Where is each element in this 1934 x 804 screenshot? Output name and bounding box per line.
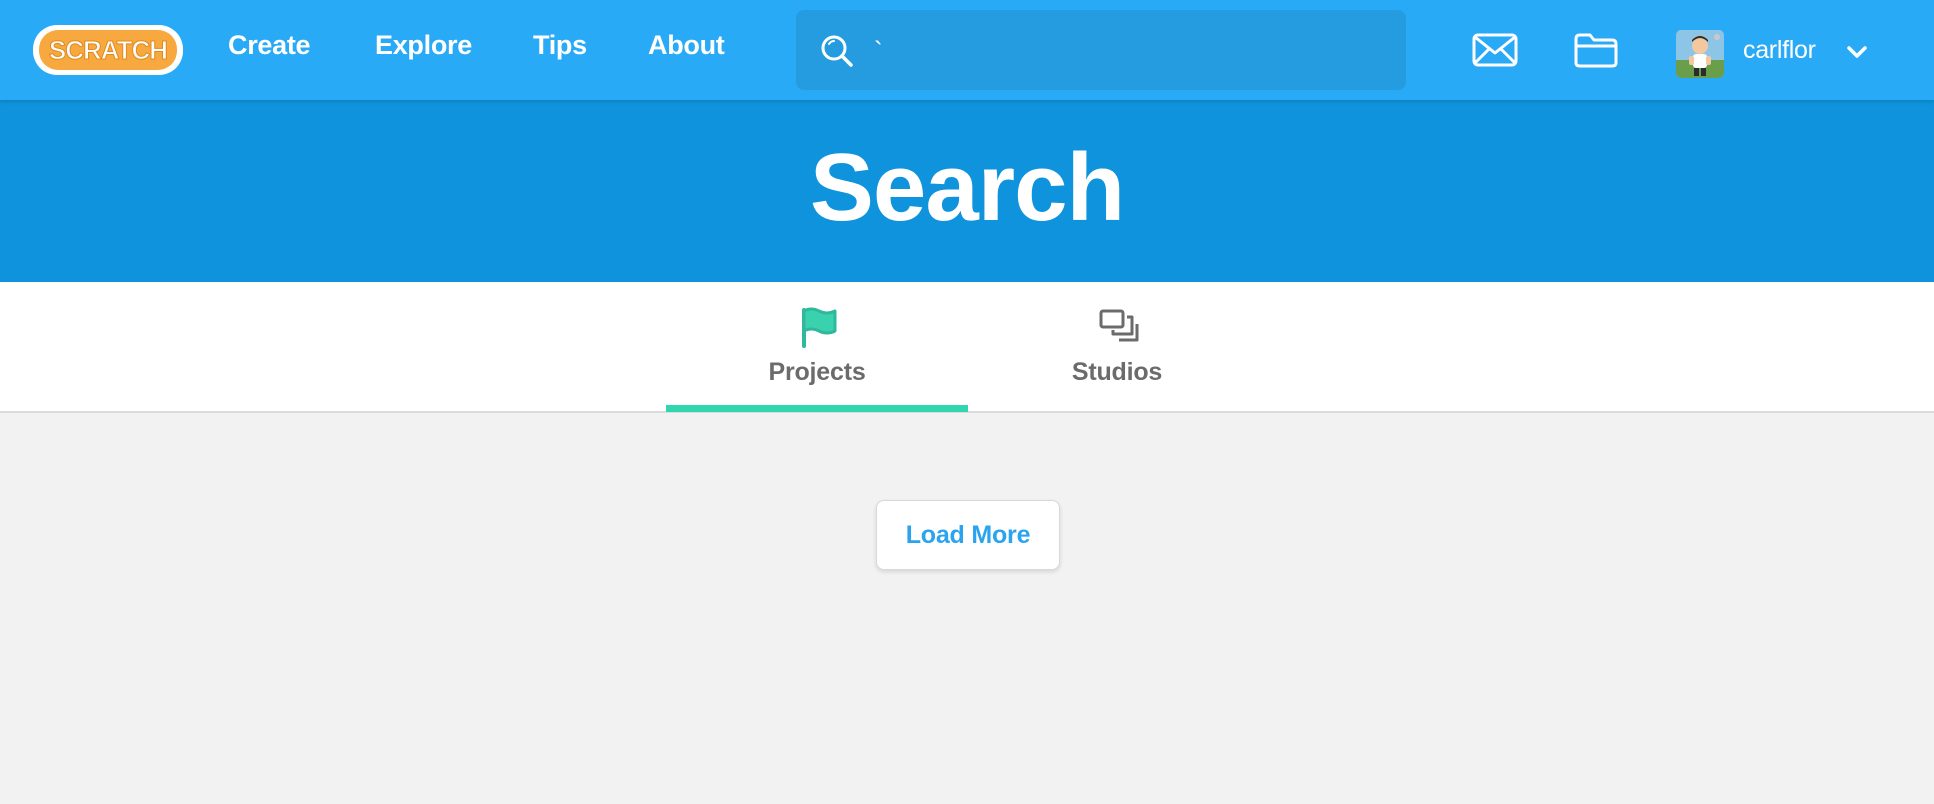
- avatar[interactable]: [1676, 30, 1724, 78]
- scratch-logo-text: SCRATCH: [49, 35, 167, 65]
- nav-explore[interactable]: Explore: [375, 30, 472, 61]
- tabs-bar: Projects Studios: [0, 282, 1934, 413]
- tab-studios[interactable]: Studios: [966, 282, 1268, 411]
- page-title: Search: [809, 134, 1125, 241]
- search-box[interactable]: [796, 10, 1406, 92]
- chevron-down-icon[interactable]: [1846, 44, 1868, 60]
- tab-studios-label: Studios: [1071, 358, 1163, 386]
- scratch-logo[interactable]: SCRATCH: [31, 21, 185, 78]
- nav-tips[interactable]: Tips: [533, 30, 587, 61]
- studios-icon: [1099, 309, 1139, 342]
- nav-create[interactable]: Create: [228, 30, 311, 61]
- load-more-button[interactable]: Load More: [876, 500, 1060, 570]
- envelope-icon[interactable]: [1472, 33, 1518, 67]
- folder-icon[interactable]: [1573, 31, 1619, 69]
- search-input[interactable]: [872, 10, 1396, 92]
- top-navbar: SCRATCH Create Explore Tips About ` carl…: [0, 0, 1934, 100]
- flag-icon: [802, 307, 837, 348]
- active-tab-underline: [666, 405, 968, 412]
- nav-about[interactable]: About: [648, 30, 725, 61]
- tab-projects-label: Projects: [768, 358, 866, 386]
- username[interactable]: carlflor: [1743, 36, 1816, 65]
- search-banner: Search: [0, 100, 1934, 282]
- tab-projects[interactable]: Projects: [666, 282, 968, 412]
- search-icon: [821, 35, 853, 67]
